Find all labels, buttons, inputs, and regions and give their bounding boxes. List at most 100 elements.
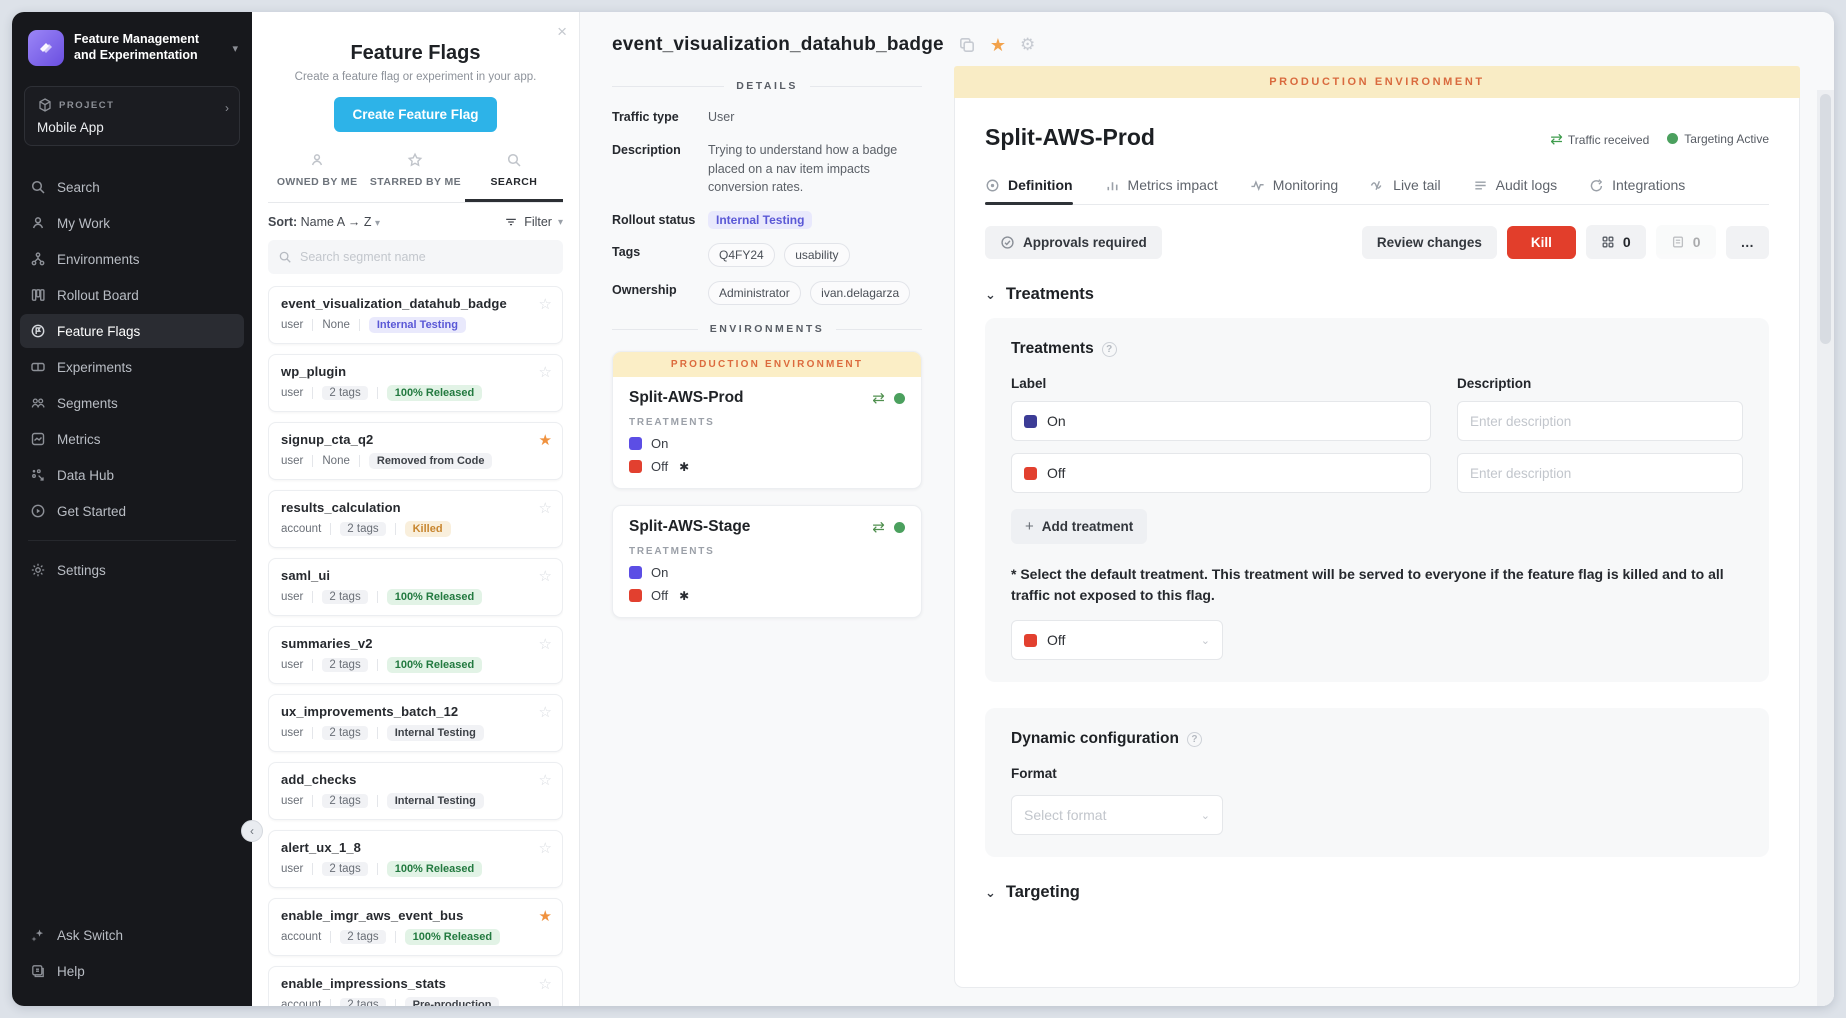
tag-pill[interactable]: usability	[784, 243, 849, 267]
tab-live-tail[interactable]: Live tail	[1370, 177, 1440, 204]
sidebar-item-data-hub[interactable]: Data Hub	[20, 458, 244, 492]
sidebar-collapse-button[interactable]: ‹	[241, 820, 263, 842]
treatment-on: On	[629, 436, 905, 451]
chevron-down-icon[interactable]: ▾	[232, 42, 238, 55]
actions-row: Approvals required Review changes Kill 0	[985, 225, 1769, 259]
status-badge: 100% Released	[387, 657, 483, 673]
tab-starred-by-me[interactable]: STARRED BY ME	[366, 148, 464, 202]
default-asterisk-icon: ✱	[679, 589, 689, 603]
star-toggle-icon[interactable]: ★	[539, 907, 552, 925]
treatment-label-input-on[interactable]: On	[1011, 401, 1431, 441]
more-options-button[interactable]: …	[1726, 226, 1770, 259]
treatment-label-input-off[interactable]: Off	[1011, 453, 1431, 493]
sidebar-item-ask-switch[interactable]: Ask Switch	[20, 918, 244, 952]
default-treatment-select[interactable]: Off ⌄	[1011, 620, 1223, 660]
filter-control[interactable]: Filter ▾	[504, 215, 563, 229]
flag-row[interactable]: event_visualization_datahub_badge ☆ user…	[268, 286, 563, 344]
sort-control[interactable]: Sort: Name A → Z ▾	[268, 215, 380, 229]
changes-count-button: 0	[1656, 225, 1716, 259]
sidebar-item-get-started[interactable]: Get Started	[20, 494, 244, 528]
active-dot-icon	[1667, 133, 1678, 144]
search-input[interactable]	[300, 250, 553, 264]
add-treatment-button[interactable]: + Add treatment	[1011, 509, 1147, 544]
approvals-required-button[interactable]: Approvals required	[985, 226, 1162, 259]
flag-header: event_visualization_datahub_badge ★ ⚙	[580, 12, 1834, 64]
flag-row[interactable]: enable_imgr_aws_event_bus ★ account2 tag…	[268, 898, 563, 956]
flag-row[interactable]: signup_cta_q2 ★ userNoneRemoved from Cod…	[268, 422, 563, 480]
active-dot-icon	[894, 522, 905, 533]
scrollbar-thumb[interactable]	[1820, 94, 1831, 344]
sidebar-item-rollout-board[interactable]: Rollout Board	[20, 278, 244, 312]
status-badge: Internal Testing	[369, 317, 466, 333]
flag-row[interactable]: summaries_v2 ☆ user2 tags100% Released	[268, 626, 563, 684]
tab-definition[interactable]: Definition	[985, 177, 1073, 204]
sidebar-item-feature-flags[interactable]: Feature Flags	[20, 314, 244, 348]
review-changes-button[interactable]: Review changes	[1362, 226, 1497, 259]
flag-row[interactable]: add_checks ☆ user2 tagsInternal Testing	[268, 762, 563, 820]
project-selector[interactable]: PROJECT Mobile App ›	[24, 86, 240, 146]
traffic-arrows-icon: ⇄	[872, 518, 885, 536]
flag-row[interactable]: alert_ux_1_8 ☆ user2 tags100% Released	[268, 830, 563, 888]
env-card-prod[interactable]: PRODUCTION ENVIRONMENT Split-AWS-Prod ⇄ …	[612, 351, 922, 489]
star-toggle-icon[interactable]: ☆	[539, 363, 552, 381]
star-toggle-icon[interactable]: ☆	[539, 295, 552, 313]
sidebar-item-segments[interactable]: Segments	[20, 386, 244, 420]
flag-list: event_visualization_datahub_badge ☆ user…	[268, 286, 563, 1006]
sidebar-item-settings[interactable]: Settings	[20, 553, 244, 587]
owner-pill[interactable]: Administrator	[708, 281, 801, 305]
star-toggle-icon[interactable]: ★	[539, 431, 552, 449]
app-title: Feature Management and Experimentation	[74, 32, 222, 63]
star-toggle-icon[interactable]: ☆	[539, 635, 552, 653]
star-toggle-icon[interactable]: ★	[990, 35, 1006, 56]
star-toggle-icon[interactable]: ☆	[539, 771, 552, 789]
close-icon[interactable]: ×	[557, 22, 567, 42]
alerts-count-button[interactable]: 0	[1586, 225, 1646, 259]
star-toggle-icon[interactable]: ☆	[539, 839, 552, 857]
flag-row[interactable]: saml_ui ☆ user2 tags100% Released	[268, 558, 563, 616]
format-select[interactable]: Select format ⌄	[1011, 795, 1223, 835]
star-toggle-icon[interactable]: ☆	[539, 975, 552, 993]
copy-icon[interactable]	[958, 36, 976, 54]
star-toggle-icon[interactable]: ☆	[539, 703, 552, 721]
sidebar-item-environments[interactable]: Environments	[20, 242, 244, 276]
env-card-stage[interactable]: Split-AWS-Stage ⇄ TREATMENTS On Off✱	[612, 505, 922, 618]
treatment-description-input-on[interactable]	[1470, 414, 1730, 429]
flag-row[interactable]: enable_impressions_stats ☆ account2 tags…	[268, 966, 563, 1006]
treatments-card: Treatments ? Label On	[985, 318, 1769, 682]
sidebar-item-metrics[interactable]: Metrics	[20, 422, 244, 456]
flag-row[interactable]: wp_plugin ☆ user2 tags100% Released	[268, 354, 563, 412]
owner-pill[interactable]: ivan.delagarza	[810, 281, 910, 305]
scrollbar[interactable]	[1817, 90, 1834, 1006]
sidebar-item-experiments[interactable]: Experiments	[20, 350, 244, 384]
flag-row[interactable]: ux_improvements_batch_12 ☆ user2 tagsInt…	[268, 694, 563, 752]
tab-search[interactable]: SEARCH	[465, 148, 563, 202]
star-toggle-icon[interactable]: ☆	[539, 499, 552, 517]
sidebar-item-search[interactable]: Search	[20, 170, 244, 204]
sidebar-item-my-work[interactable]: My Work	[20, 206, 244, 240]
treatments-section-toggle[interactable]: ⌄ Treatments	[985, 285, 1769, 304]
flag-row[interactable]: results_calculation ☆ account2 tagsKille…	[268, 490, 563, 548]
treatment-color-swatch	[1024, 415, 1037, 428]
env-name: Split-AWS-Prod	[629, 389, 872, 407]
sidebar-item-help[interactable]: Help	[20, 954, 244, 988]
tab-metrics-impact[interactable]: Metrics impact	[1105, 177, 1218, 204]
metrics-icon	[30, 431, 46, 447]
targeting-section-toggle[interactable]: ⌄ Targeting	[985, 883, 1769, 902]
env-name: Split-AWS-Stage	[629, 518, 872, 536]
rollout-status-badge: Internal Testing	[708, 211, 812, 229]
help-icon[interactable]: ?	[1102, 342, 1117, 357]
tab-audit-logs[interactable]: Audit logs	[1473, 177, 1557, 204]
tag-pill[interactable]: Q4FY24	[708, 243, 775, 267]
tab-owned-by-me[interactable]: OWNED BY ME	[268, 148, 366, 202]
feature-flags-panel: × Feature Flags Create a feature flag or…	[252, 12, 580, 1006]
treatment-description-input-off[interactable]	[1470, 466, 1730, 481]
star-toggle-icon[interactable]: ☆	[539, 567, 552, 585]
kill-button[interactable]: Kill	[1507, 226, 1576, 259]
gear-icon[interactable]: ⚙	[1020, 35, 1035, 55]
treatment-color-swatch	[1024, 634, 1037, 647]
app-switcher[interactable]: Feature Management and Experimentation ▾	[12, 12, 252, 80]
tab-monitoring[interactable]: Monitoring	[1250, 177, 1338, 204]
create-feature-flag-button[interactable]: Create Feature Flag	[334, 97, 496, 132]
tab-integrations[interactable]: Integrations	[1589, 177, 1685, 204]
help-icon[interactable]: ?	[1187, 732, 1202, 747]
